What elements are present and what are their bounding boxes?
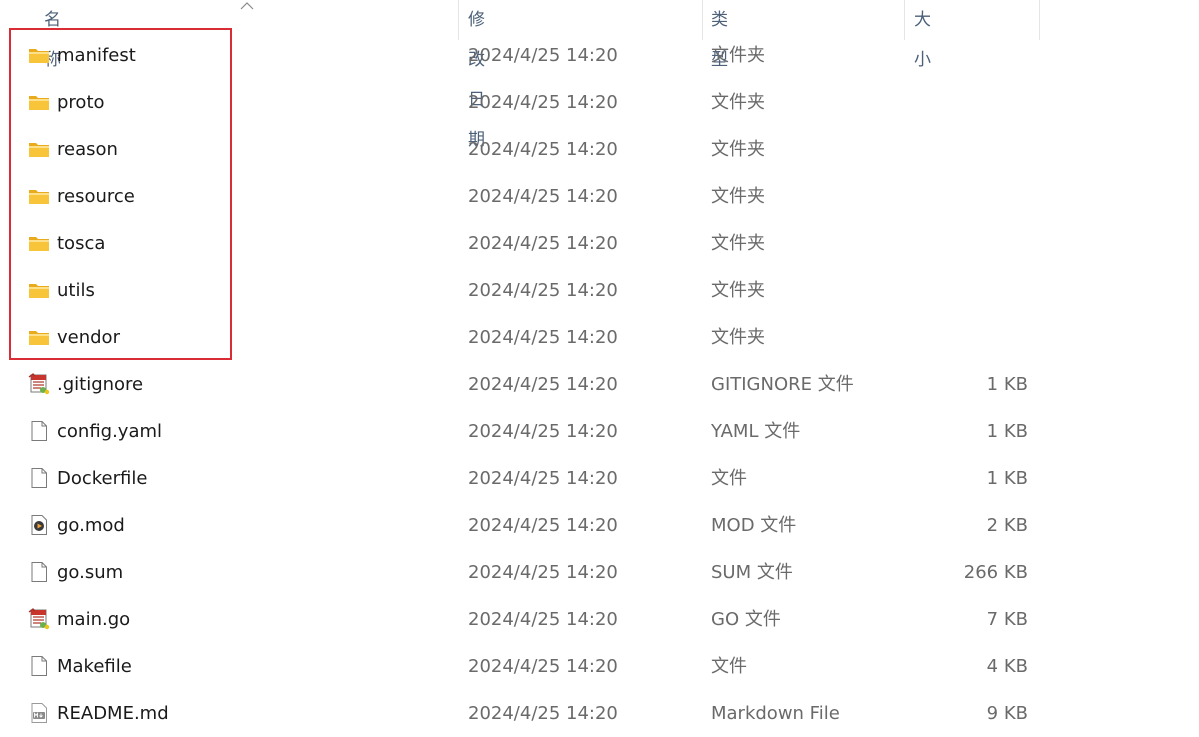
modified-date: 2024/4/25 14:20 [468, 139, 618, 160]
modified-date: 2024/4/25 14:20 [468, 92, 618, 113]
modified-date: 2024/4/25 14:20 [468, 421, 618, 442]
modified-date: 2024/4/25 14:20 [468, 562, 618, 583]
modified-date: 2024/4/25 14:20 [468, 45, 618, 66]
blank-file-icon [28, 420, 50, 442]
file-size: 1 KB [986, 421, 1028, 442]
modified-date: 2024/4/25 14:20 [468, 374, 618, 395]
file-name: config.yaml [57, 421, 163, 442]
file-size: 7 KB [986, 609, 1028, 630]
file-size [908, 79, 1028, 126]
file-size [908, 126, 1028, 173]
markdown-file-icon [28, 702, 50, 724]
modified-date: 2024/4/25 14:20 [468, 515, 618, 536]
modified-date: 2024/4/25 14:20 [468, 609, 618, 630]
file-type: YAML 文件 [711, 421, 801, 442]
blank-file-icon [28, 467, 50, 489]
list-item[interactable]: go.sum 2024/4/25 14:20 SUM 文件 266 KB [0, 549, 1060, 596]
file-name: Dockerfile [57, 468, 148, 489]
blank-file-icon [28, 561, 50, 583]
file-size: 9 KB [986, 703, 1028, 724]
modified-date: 2024/4/25 14:20 [468, 468, 618, 489]
blank-file-icon [28, 655, 50, 677]
modified-date: 2024/4/25 14:20 [468, 280, 618, 301]
modified-date: 2024/4/25 14:20 [468, 656, 618, 677]
modified-date: 2024/4/25 14:20 [468, 327, 618, 348]
file-size: 1 KB [986, 374, 1028, 395]
file-type: 文件夹 [711, 45, 765, 66]
modified-date: 2024/4/25 14:20 [468, 233, 618, 254]
app-file-icon [28, 608, 50, 630]
list-item[interactable]: README.md 2024/4/25 14:20 Markdown File 9 K… [0, 690, 1060, 737]
file-type: 文件 [711, 656, 747, 677]
file-name: Makefile [57, 656, 132, 677]
file-type: 文件夹 [711, 327, 765, 348]
file-size [908, 314, 1028, 361]
file-size [908, 32, 1028, 79]
file-type: GITIGNORE 文件 [711, 374, 854, 395]
file-name: .gitignore [57, 374, 144, 395]
app-file-icon [28, 373, 50, 395]
file-size: 266 KB [963, 562, 1028, 583]
file-name: go.mod [57, 515, 125, 536]
file-name: README.md [57, 703, 169, 724]
list-item[interactable]: Dockerfile 2024/4/25 14:20 文件 1 KB [0, 455, 1060, 502]
file-type: GO 文件 [711, 609, 781, 630]
file-size: 4 KB [986, 656, 1028, 677]
media-file-icon [28, 514, 50, 536]
file-type: 文件夹 [711, 186, 765, 207]
file-size [908, 220, 1028, 267]
file-type: 文件夹 [711, 233, 765, 254]
file-size: 2 KB [986, 515, 1028, 536]
file-type: SUM 文件 [711, 562, 793, 583]
list-item[interactable]: main.go 2024/4/25 14:20 GO 文件 7 KB [0, 596, 1060, 643]
sort-ascending-icon [240, 2, 254, 10]
file-size [908, 267, 1028, 314]
list-item[interactable]: go.mod 2024/4/25 14:20 MOD 文件 2 KB [0, 502, 1060, 549]
file-type: 文件夹 [711, 139, 765, 160]
file-name: go.sum [57, 562, 124, 583]
file-type: 文件 [711, 468, 747, 489]
file-name: main.go [57, 609, 131, 630]
file-size [908, 173, 1028, 220]
modified-date: 2024/4/25 14:20 [468, 186, 618, 207]
file-type: 文件夹 [711, 280, 765, 301]
list-item[interactable]: Makefile 2024/4/25 14:20 文件 4 KB [0, 643, 1060, 690]
highlight-annotation-box [9, 28, 232, 360]
file-type: Markdown File [711, 703, 840, 724]
file-type: MOD 文件 [711, 515, 797, 536]
file-type: 文件夹 [711, 92, 765, 113]
list-item[interactable]: config.yaml 2024/4/25 14:20 YAML 文件 1 KB [0, 408, 1060, 455]
file-size: 1 KB [986, 468, 1028, 489]
modified-date: 2024/4/25 14:20 [468, 703, 618, 724]
list-item[interactable]: .gitignore 2024/4/25 14:20 GITIGNORE 文件 1 K… [0, 361, 1060, 408]
